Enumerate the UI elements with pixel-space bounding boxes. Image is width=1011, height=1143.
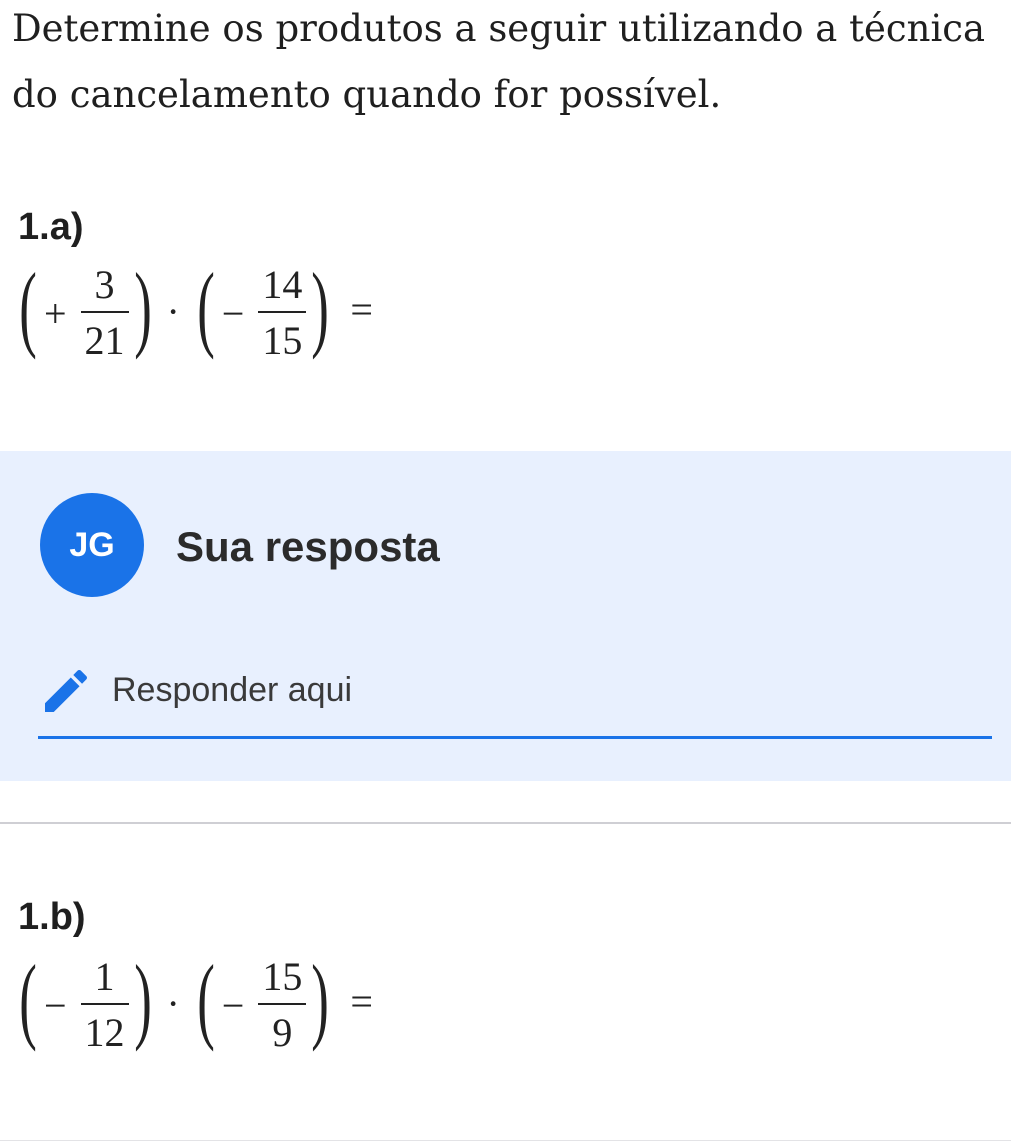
denominator: 21 xyxy=(84,318,125,363)
right-paren: ) xyxy=(311,253,330,360)
answer-input[interactable]: Responder aqui xyxy=(112,671,972,710)
question-label-1b: 1.b) xyxy=(18,896,86,938)
fraction-2: 14 15 xyxy=(258,262,307,363)
denominator: 9 xyxy=(272,1010,293,1055)
left-paren: ( xyxy=(197,945,215,1052)
answer-panel: JG Sua resposta Responder aqui xyxy=(0,451,1011,781)
fraction-2: 15 9 xyxy=(258,954,307,1055)
numerator: 15 xyxy=(262,954,303,999)
instructions-text: Determine os produtos a seguir utilizand… xyxy=(12,7,986,116)
fraction-1: 1 12 xyxy=(80,954,129,1055)
equals-sign: = xyxy=(350,978,373,1024)
question-label-1a: 1.a) xyxy=(18,206,84,248)
section-divider xyxy=(0,822,1011,824)
math-expression-1a: ( + 3 21 ) · ( − 14 15 ) = xyxy=(18,259,373,363)
left-paren: ( xyxy=(19,253,37,360)
equals-sign: = xyxy=(350,286,373,332)
input-underline xyxy=(38,736,992,739)
denominator: 15 xyxy=(262,318,303,363)
left-paren: ( xyxy=(197,253,215,360)
right-paren: ) xyxy=(311,945,330,1052)
answer-title: Sua resposta xyxy=(176,523,440,570)
numerator: 1 xyxy=(94,954,115,999)
avatar: JG xyxy=(40,493,144,597)
bottom-divider xyxy=(0,1140,1011,1141)
fraction-1: 3 21 xyxy=(80,262,129,363)
numerator: 3 xyxy=(94,262,115,307)
multiply-operator: · xyxy=(166,980,180,1026)
fraction-sign: − xyxy=(43,982,67,1028)
fraction-sign: − xyxy=(221,982,245,1028)
denominator: 12 xyxy=(84,1010,125,1055)
left-paren: ( xyxy=(19,945,37,1052)
math-expression-1b: ( − 1 12 ) · ( − 15 9 ) = xyxy=(18,951,373,1055)
right-paren: ) xyxy=(133,945,152,1052)
pencil-icon xyxy=(45,669,88,712)
fraction-sign: − xyxy=(221,290,245,336)
numerator: 14 xyxy=(262,262,303,307)
right-paren: ) xyxy=(133,253,152,360)
fraction-sign: + xyxy=(43,290,67,336)
multiply-operator: · xyxy=(166,288,180,334)
